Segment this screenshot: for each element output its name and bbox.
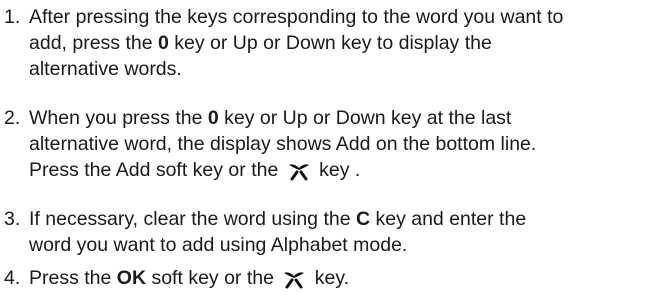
step-number: 2. [4, 107, 21, 129]
c-key-label: C [355, 208, 371, 230]
step-number: 3. [4, 208, 21, 230]
step-number: 1. [4, 6, 21, 28]
step-number: 4. [4, 267, 21, 289]
zero-key-label: 0 [207, 107, 219, 129]
step-text: If necessary, clear the word using the C… [29, 208, 527, 256]
step-text: After pressing the keys corresponding to… [29, 6, 564, 80]
ok-key-label: OK [116, 267, 147, 289]
select-key-icon [281, 267, 307, 289]
zero-key-label: 0 [158, 32, 169, 54]
step-text: When you press the 0 key or Up or Down k… [29, 107, 537, 181]
step-text: Press the OK soft key or the key. [29, 267, 350, 289]
select-key-icon [286, 159, 312, 181]
